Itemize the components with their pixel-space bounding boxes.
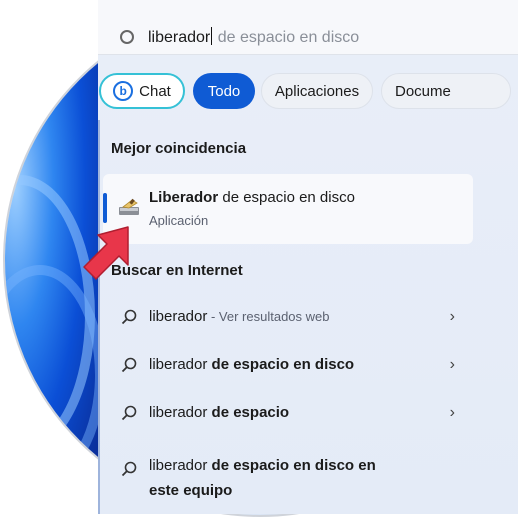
web-result-item[interactable]: liberador de espacio en disco en este eq… [111,455,461,511]
filter-todo-label: Todo [207,82,241,100]
search-icon [121,309,137,325]
bing-icon: b [113,81,134,101]
best-match-name: Liberador de espacio en disco [149,189,355,206]
result-plain: liberador [149,356,212,373]
panel-edge [98,120,100,514]
filter-todo-tab[interactable]: Todo [193,73,255,109]
web-result-text: liberador de espacio en disco [149,356,354,373]
search-icon [121,405,137,421]
web-result-item[interactable]: liberador - Ver resultados web › [111,297,461,337]
best-match-type: Aplicación [149,213,209,228]
web-result-text: liberador - Ver resultados web [149,308,330,325]
best-match-name-rest: de espacio en disco [218,189,355,206]
internet-search-heading: Buscar en Internet [111,262,243,279]
filter-chat-label: Chat [139,82,171,100]
result-bold: de espacio en disco [211,356,355,373]
web-result-text: liberador de espacio [149,404,289,421]
filter-apps-label: Aplicaciones [274,82,360,100]
web-result-item[interactable]: liberador de espacio › [111,393,461,433]
search-input[interactable]: liberador de espacio en disco [148,27,359,47]
search-icon [121,357,137,373]
best-match-result[interactable] [103,174,473,244]
web-result-text: liberador de espacio en disco en este eq… [149,453,409,503]
result-plain: liberador [149,457,212,474]
result-bold: de espacio [211,404,290,421]
search-query-text: liberador [148,29,211,46]
best-match-heading: Mejor coincidencia [111,140,247,157]
chevron-right-icon: › [449,404,455,421]
result-plain: liberador [149,404,212,421]
filter-documents-label: Docume [395,82,451,100]
filter-documents-tab[interactable]: Docume [381,73,511,109]
disk-cleanup-icon [119,198,139,215]
filter-apps-tab[interactable]: Aplicaciones [261,73,373,109]
web-result-item[interactable]: liberador de espacio en disco › [111,345,461,385]
filter-chat-button[interactable]: b Chat [99,73,185,109]
best-match-name-bold: Liberador [149,189,219,206]
result-hint: - Ver resultados web [207,309,330,324]
selection-indicator [103,193,107,223]
search-icon [120,30,134,44]
result-plain: liberador [149,308,208,325]
chevron-right-icon: › [449,356,455,373]
search-autocomplete: de espacio en disco [213,29,360,46]
search-icon [121,461,137,477]
chevron-right-icon: › [449,308,455,325]
